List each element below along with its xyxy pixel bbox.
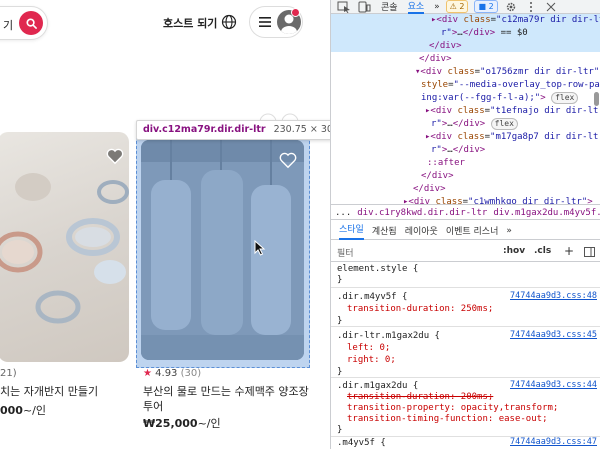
gear-icon[interactable] bbox=[504, 1, 518, 13]
search-icon bbox=[25, 17, 37, 29]
hover-state-toggle[interactable]: :hov bbox=[503, 246, 525, 256]
dom-node[interactable]: ing:var(--fgg-f-l-a);"> flex bbox=[421, 92, 579, 105]
dom-node[interactable]: </div> bbox=[421, 170, 454, 183]
dom-node[interactable]: </div> bbox=[413, 183, 446, 196]
listing-title[interactable]: 치는 자개반지 만들기 bbox=[0, 383, 98, 399]
tab-elements[interactable]: 요소 bbox=[407, 0, 425, 14]
heart-icon[interactable] bbox=[106, 147, 124, 165]
devtools-panel: 콘솔 요소 » ⚠ 2 ■ 2 ▸<div class="c12ma79r di… bbox=[330, 0, 600, 449]
more-tabs-button[interactable]: » bbox=[434, 2, 440, 12]
dom-node[interactable]: ▾<div class="o1756zmr dir dir-ltr" bbox=[415, 66, 599, 79]
breadcrumb-item[interactable]: div.m1gax2du.m4yv5f.dir.dir-ltr bbox=[493, 208, 600, 218]
user-menu-button[interactable] bbox=[249, 6, 303, 38]
kebab-menu-icon[interactable] bbox=[524, 1, 538, 13]
search-bar[interactable]: 기 bbox=[0, 6, 48, 40]
globe-icon[interactable] bbox=[221, 14, 237, 30]
search-bar-text: 기 bbox=[3, 19, 14, 32]
scrollbar[interactable] bbox=[594, 92, 599, 106]
listing-title[interactable]: 부산의 물로 만드는 수제맥주 양조장 투어 bbox=[143, 384, 313, 414]
tab-console[interactable]: 콘솔 bbox=[381, 0, 398, 13]
dom-node[interactable]: ▸<div class="m17ga8p7 dir dir-lt bbox=[425, 131, 598, 144]
dom-node[interactable]: ::after bbox=[427, 157, 465, 170]
issues-badge[interactable]: ■ 2 bbox=[474, 0, 498, 13]
tab-computed[interactable]: 계산됨 bbox=[372, 224, 397, 237]
style-rule[interactable]: .dir.m4yv5f { 74744aa9d3.css:48 transiti… bbox=[331, 289, 600, 327]
style-rule[interactable]: element.style { } bbox=[331, 262, 600, 288]
styles-filter-input[interactable]: 필터 bbox=[337, 246, 354, 259]
breadcrumb-item[interactable]: ... bbox=[335, 208, 351, 218]
heart-icon[interactable] bbox=[279, 151, 297, 169]
listing-rating: ★ 4.93 (30) bbox=[143, 368, 202, 379]
tooltip-dimensions: 230.75 × 307.66 bbox=[273, 124, 330, 135]
dom-node[interactable]: r">…</div> == $0 bbox=[441, 27, 528, 40]
dom-node[interactable]: ▸<div class="c1wmhkqo dir dir-ltr"> bbox=[403, 196, 593, 204]
style-rule[interactable]: .dir.m1gax2du { 74744aa9d3.css:44 transi… bbox=[331, 379, 600, 437]
dom-node[interactable]: style="--media-overlay_top-row-padd bbox=[421, 79, 600, 92]
device-toolbar-icon[interactable] bbox=[357, 1, 371, 13]
dom-node[interactable]: r">…</div> flex bbox=[431, 118, 518, 131]
styles-filter-bar: 필터 :hov .cls + bbox=[331, 242, 600, 262]
listing-image-rings[interactable] bbox=[0, 132, 129, 362]
devtools-toolbar: 콘솔 요소 » ⚠ 2 ■ 2 bbox=[331, 0, 600, 14]
dom-node[interactable]: ▸<div class="c12ma79r dir dir-lt bbox=[431, 14, 600, 27]
dom-tree[interactable]: ▸<div class="c12ma79r dir dir-lt r">…</d… bbox=[331, 14, 600, 204]
breadcrumb-item[interactable]: div.c1ry8kwd.dir.dir-ltr bbox=[357, 208, 487, 218]
become-host-link[interactable]: 호스트 되기 bbox=[163, 15, 217, 31]
search-button[interactable] bbox=[19, 11, 43, 35]
styles-pane[interactable]: element.style { } .dir.m4yv5f { 74744aa9… bbox=[331, 262, 600, 449]
class-toggle[interactable]: .cls bbox=[534, 246, 551, 256]
tooltip-selector: div.c12ma79r.dir.dir-ltr bbox=[143, 124, 266, 135]
new-rule-button[interactable]: + bbox=[564, 244, 574, 258]
listing-rating: 21) bbox=[0, 368, 17, 379]
tab-event-listeners[interactable]: 이벤트 리스너 bbox=[446, 224, 499, 237]
close-icon[interactable] bbox=[544, 1, 558, 13]
listing-price: 000~/인 bbox=[0, 404, 47, 417]
sidebar-toggle-icon[interactable] bbox=[584, 247, 595, 257]
dom-node[interactable]: </div> bbox=[429, 40, 462, 53]
styles-subtabs: 스타일 계산됨 레이아웃 이벤트 리스너 » bbox=[331, 222, 600, 240]
more-subtabs-button[interactable]: » bbox=[506, 226, 512, 236]
hamburger-icon bbox=[259, 17, 271, 27]
tab-layout[interactable]: 레이아웃 bbox=[405, 224, 438, 237]
inspect-element-icon[interactable] bbox=[337, 1, 351, 13]
dom-node[interactable]: </div> bbox=[419, 53, 452, 66]
style-rule[interactable]: .m4yv5f { 74744aa9d3.css:47 bbox=[331, 437, 600, 449]
dom-node[interactable]: ▸<div class="t1efnajo dir dir-lt bbox=[425, 105, 598, 118]
warnings-badge[interactable]: ⚠ 2 bbox=[445, 0, 469, 13]
dom-node[interactable]: r">…</div> bbox=[431, 144, 485, 157]
listing-price: ₩25,000~/인 bbox=[143, 417, 221, 430]
notification-dot bbox=[291, 8, 300, 17]
inspect-tooltip: div.c12ma79r.dir.dir-ltr 230.75 × 307.66 bbox=[136, 120, 330, 140]
flex-badge[interactable]: flex bbox=[551, 92, 579, 104]
style-rule[interactable]: .dir-ltr.m1gax2du { 74744aa9d3.css:45 le… bbox=[331, 328, 600, 378]
rings-photo bbox=[0, 173, 129, 324]
flex-badge[interactable]: flex bbox=[490, 118, 518, 130]
webpage-viewport: 기 호스트 되기 21) 치는 자개반지 만들기 000~/인 div.c12m… bbox=[0, 0, 330, 449]
dom-breadcrumb[interactable]: ... div.c1ry8kwd.dir.dir-ltr div.m1gax2du.… bbox=[331, 204, 600, 220]
mouse-cursor-icon bbox=[254, 240, 266, 256]
tab-styles[interactable]: 스타일 bbox=[339, 222, 364, 240]
element-highlight-overlay bbox=[136, 136, 310, 368]
